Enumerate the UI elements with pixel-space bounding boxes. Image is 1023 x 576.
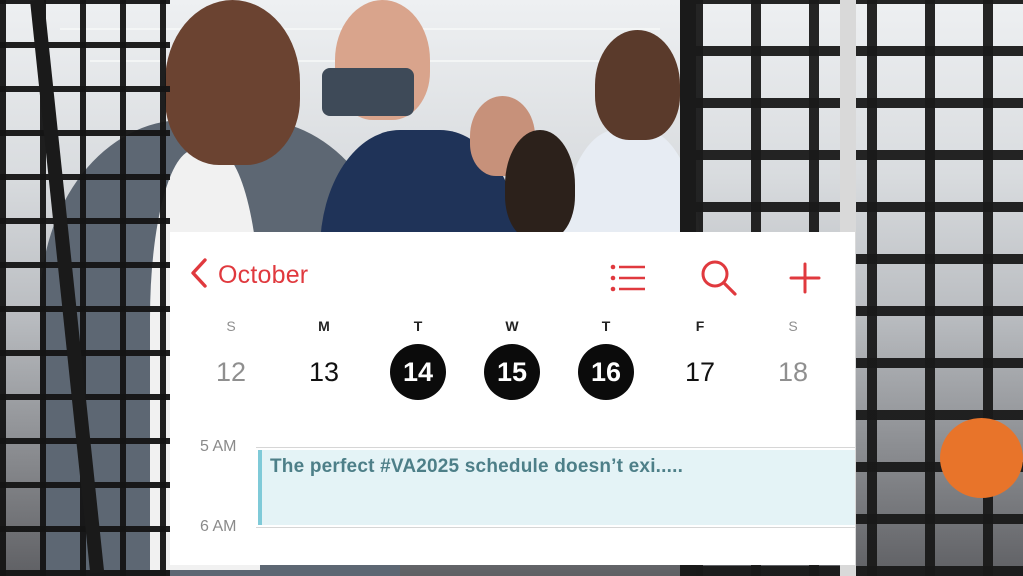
- week-strip: S 12 M 13 T 14 W 15 T 16 F 17 S 18: [170, 316, 855, 408]
- weekday-label: S: [226, 318, 236, 334]
- back-to-month-button[interactable]: October: [188, 256, 309, 295]
- date-17[interactable]: 17: [672, 344, 728, 400]
- month-label: October: [218, 260, 309, 289]
- search-button[interactable]: [699, 258, 739, 298]
- day-column-thu: T 16: [559, 316, 653, 408]
- weekday-label: S: [788, 318, 798, 334]
- weekday-label: M: [318, 318, 330, 334]
- weekday-label: F: [695, 318, 705, 334]
- day-timeline: 5 AM 6 AM The perfect #VA2025 schedule d…: [170, 432, 855, 565]
- event-title: The perfect #VA2025 schedule doesn’t exi…: [270, 456, 684, 477]
- day-column-wed: W 15: [465, 316, 559, 408]
- day-column-sat: S 18: [746, 316, 840, 408]
- hour-divider: [256, 527, 855, 528]
- calendar-week-view: October S 12 M 13 T 14 W 15 T 16 F 17 S …: [170, 232, 855, 565]
- list-view-button[interactable]: [608, 258, 648, 298]
- date-12[interactable]: 12: [203, 344, 259, 400]
- date-16[interactable]: 16: [578, 344, 634, 400]
- plus-icon: [785, 262, 825, 302]
- date-14[interactable]: 14: [390, 344, 446, 400]
- hour-divider: [256, 447, 855, 448]
- date-18[interactable]: 18: [765, 344, 821, 400]
- weekday-label: T: [413, 318, 423, 334]
- day-column-fri: F 17: [653, 316, 747, 408]
- list-icon: [608, 264, 648, 302]
- calendar-event[interactable]: The perfect #VA2025 schedule doesn’t exi…: [258, 450, 855, 525]
- day-column-mon: M 13: [277, 316, 371, 408]
- add-event-button[interactable]: [785, 258, 825, 298]
- date-13[interactable]: 13: [296, 344, 352, 400]
- search-icon: [699, 260, 739, 302]
- chevron-left-icon: [188, 256, 210, 295]
- calendar-header: October: [170, 232, 855, 322]
- weekday-label: W: [505, 318, 519, 334]
- weekday-label: T: [601, 318, 611, 334]
- day-column-sun: S 12: [184, 316, 278, 408]
- time-label-5am: 5 AM: [200, 438, 237, 455]
- time-label-6am: 6 AM: [200, 518, 237, 535]
- date-15[interactable]: 15: [484, 344, 540, 400]
- day-column-tue: T 14: [371, 316, 465, 408]
